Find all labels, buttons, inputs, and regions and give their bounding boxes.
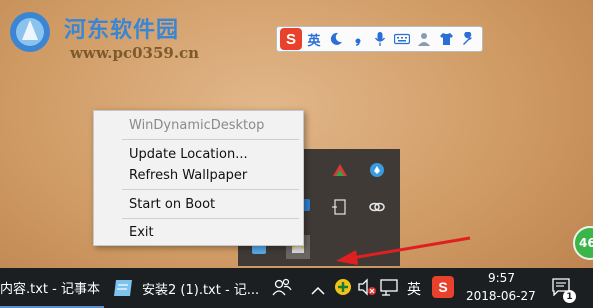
watermark-url: www.pc0359.cn [70, 44, 200, 62]
taskbar-ime-indicator[interactable]: 英 [407, 279, 421, 299]
clock-time[interactable]: 9:57 [488, 271, 515, 285]
notepad-icon [112, 278, 134, 298]
taskbar: 内容.txt - 记事本 安装2 (1).txt - 记... 英 S 9:57… [0, 268, 593, 308]
floating-badge-text: 46 [579, 236, 593, 250]
network-icon[interactable] [380, 278, 400, 300]
chevron-up-icon[interactable] [311, 281, 325, 300]
tray-app-window-icon[interactable] [331, 198, 349, 216]
tray-app-blue-icon[interactable] [368, 161, 386, 179]
microphone-icon[interactable] [370, 29, 390, 49]
wrench-icon[interactable] [458, 29, 478, 49]
watermark-title: 河东软件园 [64, 17, 180, 43]
comma-icon[interactable] [348, 29, 368, 49]
menu-separator [122, 139, 299, 140]
annotation-arrow [336, 236, 471, 265]
add-circle-icon[interactable] [334, 278, 352, 300]
ime-toolbar[interactable]: S 英 [276, 26, 483, 52]
tray-app-link-icon[interactable] [368, 198, 386, 216]
moon-icon[interactable] [326, 29, 346, 49]
user-icon[interactable] [414, 29, 434, 49]
people-icon[interactable] [272, 278, 292, 300]
menu-separator [122, 218, 299, 219]
tray-app-red-icon[interactable] [331, 161, 349, 179]
notification-count-badge: 1 [563, 290, 576, 303]
taskbar-task-notepad-label: 内容.txt - 记事本 [0, 281, 100, 297]
ime-mode-toggle[interactable]: 英 [304, 29, 324, 49]
floating-badge[interactable]: 46 [573, 226, 593, 260]
shirt-icon[interactable] [436, 29, 456, 49]
sogou-logo-icon[interactable]: S [280, 28, 302, 50]
menu-separator [122, 189, 299, 190]
menu-item-refresh-wallpaper[interactable]: Refresh Wallpaper [129, 168, 247, 183]
taskbar-task-notepad[interactable]: 内容.txt - 记事本 [0, 268, 104, 308]
keyboard-icon[interactable] [392, 29, 412, 49]
taskbar-task-install[interactable]: 安装2 (1).txt - 记... [112, 268, 262, 308]
volume-muted-icon[interactable] [357, 278, 377, 300]
menu-item-update-location[interactable]: Update Location... [129, 147, 248, 162]
menu-item-exit[interactable]: Exit [129, 225, 154, 240]
clock-date[interactable]: 2018-06-27 [466, 289, 536, 303]
watermark-logo-icon [10, 12, 50, 52]
sogou-tray-icon[interactable]: S [432, 276, 454, 298]
menu-header-app-name: WinDynamicDesktop [129, 118, 265, 133]
menu-item-start-on-boot[interactable]: Start on Boot [129, 197, 215, 212]
taskbar-task-install-label: 安装2 (1).txt - 记... [142, 282, 260, 298]
context-menu: WinDynamicDesktop Update Location... Ref… [93, 110, 304, 246]
